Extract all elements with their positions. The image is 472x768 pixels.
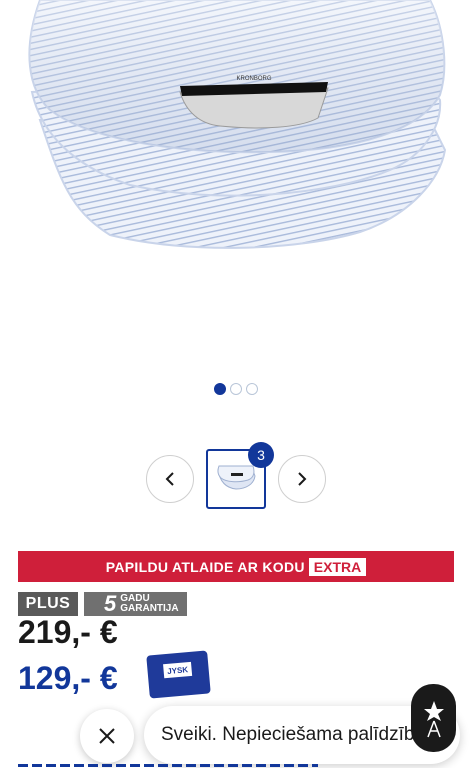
promo-text: PAPILDU ATLAIDE AR KODU bbox=[105, 558, 305, 575]
regular-price: 219,- € bbox=[18, 614, 118, 650]
chat-greeting-text: Sveiki. Nepieciešama palīdzība? bbox=[161, 724, 436, 745]
warranty-line-2: GARANTIJA bbox=[120, 603, 179, 614]
chat-assistant-icon bbox=[423, 701, 444, 738]
carousel-dot-3[interactable] bbox=[246, 383, 258, 395]
carousel-dots bbox=[0, 383, 472, 395]
carousel-dot-1[interactable] bbox=[214, 383, 226, 395]
member-price: 129,- € bbox=[18, 660, 118, 696]
promo-code: EXTRA bbox=[308, 557, 367, 576]
product-image[interactable]: KRONBORG bbox=[0, 0, 472, 372]
plus-badge: PLUS bbox=[18, 592, 78, 616]
promo-banner: PAPILDU ATLAIDE AR KODU EXTRA bbox=[18, 551, 454, 582]
duvet-thumbnail-icon bbox=[217, 465, 256, 490]
warranty-years: 5 bbox=[104, 591, 117, 616]
warranty-badge: 5 GADU GARANTIJA bbox=[84, 592, 187, 616]
chevron-right-icon bbox=[298, 472, 307, 486]
warranty-label: GADU GARANTIJA bbox=[120, 594, 178, 614]
gallery-next-button[interactable] bbox=[278, 455, 326, 503]
carousel-dot-2[interactable] bbox=[230, 383, 242, 395]
card-logo: JYSK bbox=[163, 661, 193, 679]
member-card-icon: JYSK bbox=[146, 650, 211, 699]
gallery-prev-button[interactable] bbox=[146, 455, 194, 503]
chat-close-button[interactable] bbox=[80, 709, 134, 763]
duvet-image: KRONBORG bbox=[28, 0, 447, 249]
chevron-left-icon bbox=[165, 472, 174, 486]
brand-label: KRONBORG bbox=[236, 76, 271, 82]
thumbnail-count-badge: 3 bbox=[248, 442, 274, 468]
thumbnail-gallery: 3 bbox=[0, 442, 472, 510]
partial-link-row bbox=[18, 760, 318, 768]
close-icon bbox=[99, 728, 115, 744]
chat-assistant-button[interactable] bbox=[411, 684, 456, 752]
